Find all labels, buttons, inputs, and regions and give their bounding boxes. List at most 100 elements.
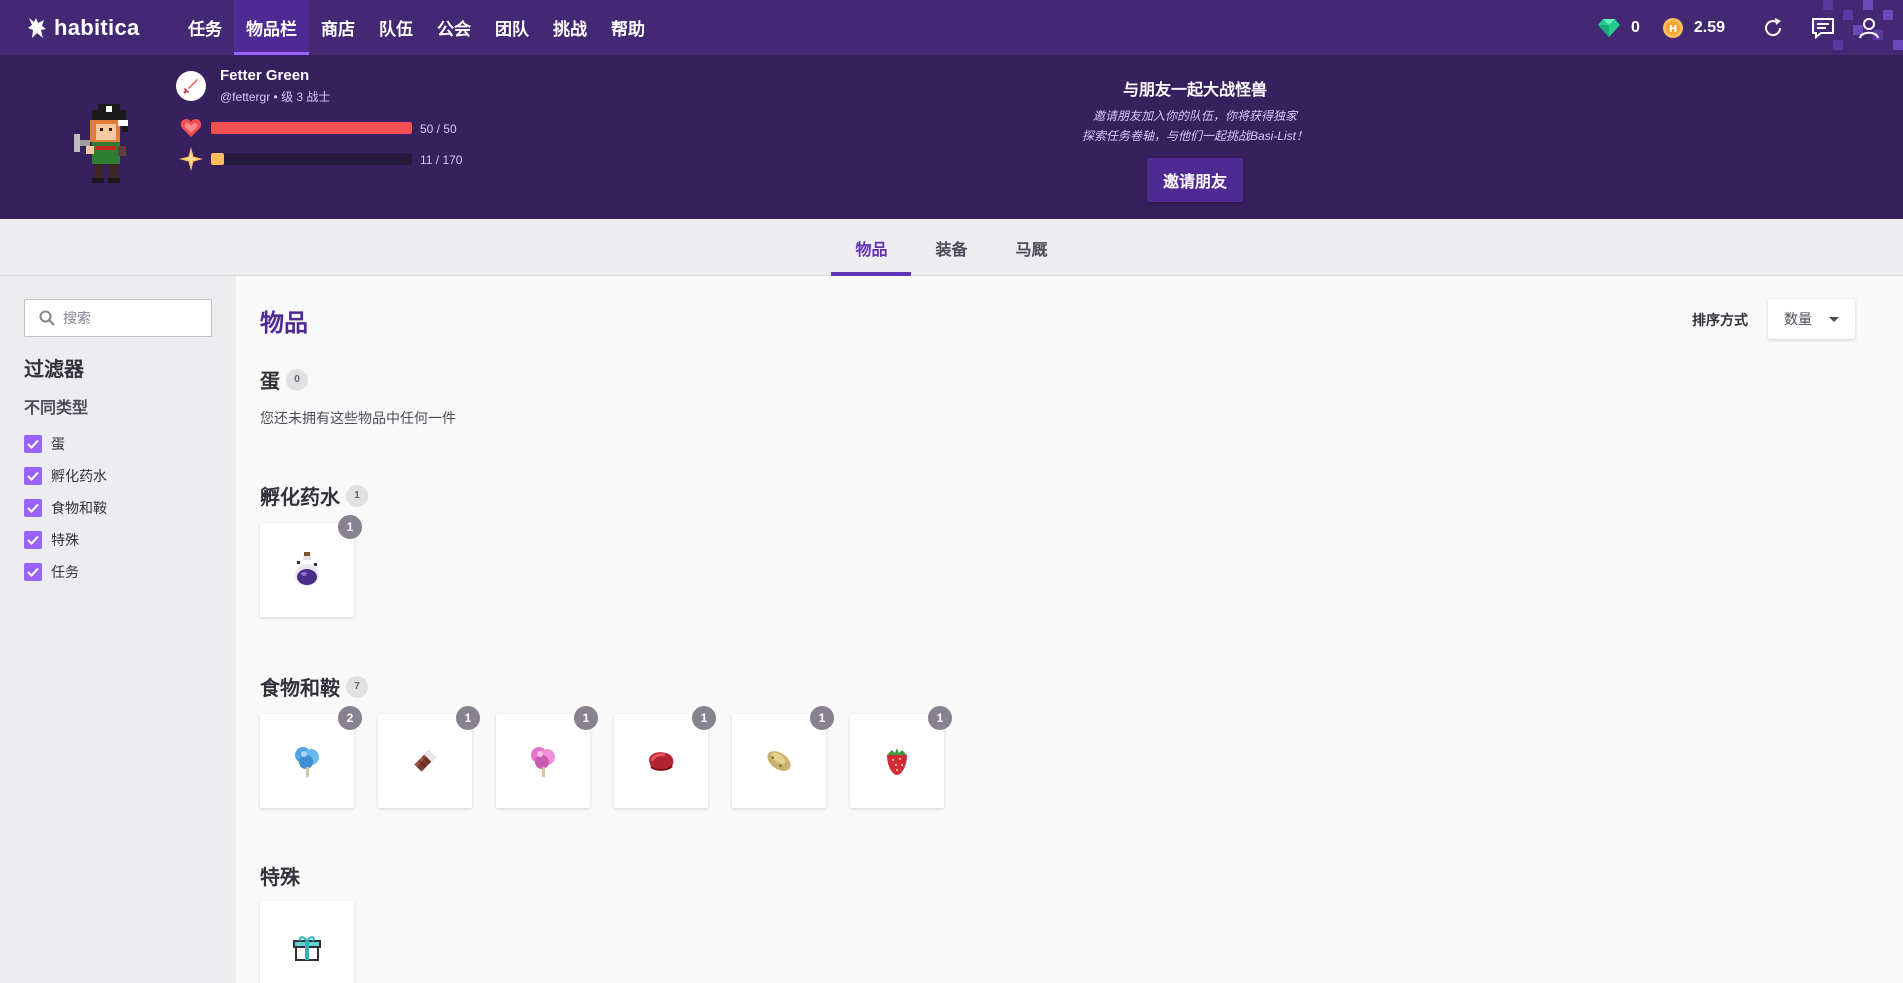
experience-icon xyxy=(179,147,203,171)
filter-label: 特殊 xyxy=(51,532,79,548)
quantity-badge: 2 xyxy=(338,706,362,730)
sort-dropdown[interactable]: 数量 xyxy=(1768,299,1855,339)
filter-eggs[interactable]: 蛋 xyxy=(24,428,107,460)
nav-tasks[interactable]: 任务 xyxy=(176,0,234,55)
count-badge: 0 xyxy=(286,368,308,391)
filters-heading: 过滤器 xyxy=(24,359,84,381)
tab-equipment[interactable]: 装备 xyxy=(911,219,991,276)
warrior-sword-icon xyxy=(183,79,198,94)
top-navbar: habitica 任务 物品栏 商店 队伍 公会 团队 挑战 帮助 0 H 2.… xyxy=(0,0,1903,55)
habitica-logo[interactable]: habitica xyxy=(26,15,176,41)
check-icon xyxy=(27,471,39,481)
nav-inventory[interactable]: 物品栏 xyxy=(234,0,309,55)
checkbox-checked[interactable] xyxy=(24,499,42,517)
invite-friends-button[interactable]: 邀请朋友 xyxy=(1146,158,1243,202)
filter-quests[interactable]: 任务 xyxy=(24,556,107,588)
filter-label: 任务 xyxy=(51,564,79,580)
tab-items[interactable]: 物品 xyxy=(831,219,912,276)
player-name: Fetter Green xyxy=(220,67,310,84)
item-card[interactable]: 2 xyxy=(260,706,362,808)
filter-label: 食物和鞍 xyxy=(51,500,107,516)
quantity-badge: 1 xyxy=(810,706,834,730)
filter-sidebar: 过滤器 不同类型 蛋 孵化药水 食物和鞍 特殊 任务 xyxy=(0,276,236,983)
nav-shops[interactable]: 商店 xyxy=(309,0,367,55)
check-icon xyxy=(27,439,39,449)
health-value: 50 / 50 xyxy=(420,122,457,136)
invite-title: 与朋友一起大战怪兽 xyxy=(1122,82,1267,99)
page-title: 物品 xyxy=(260,310,308,337)
item-card[interactable]: 1 xyxy=(260,515,362,617)
item-card[interactable]: 1 xyxy=(378,706,480,808)
health-icon xyxy=(179,116,203,140)
experience-value: 11 / 170 xyxy=(420,153,463,167)
meat-icon xyxy=(649,752,674,771)
count-badge: 1 xyxy=(346,484,368,507)
type-filter-heading: 不同类型 xyxy=(24,400,89,417)
gem-counter[interactable]: 0 xyxy=(1597,18,1640,38)
filter-special[interactable]: 特殊 xyxy=(24,524,107,556)
sync-button[interactable] xyxy=(1761,16,1785,40)
gold-count: 2.59 xyxy=(1693,18,1725,36)
svg-text:H: H xyxy=(1669,24,1677,35)
gift-box-icon xyxy=(293,936,321,961)
checkbox-checked[interactable] xyxy=(24,467,42,485)
cotton-candy-pink-icon xyxy=(531,747,555,777)
check-icon xyxy=(27,535,39,545)
search-input[interactable] xyxy=(63,310,193,326)
gold-coin-icon: H xyxy=(1662,17,1683,38)
section-title-text: 孵化药水 xyxy=(260,487,340,509)
section-special-title: 特殊 xyxy=(260,861,300,890)
gem-count: 0 xyxy=(1630,18,1640,36)
checkbox-checked[interactable] xyxy=(24,435,42,453)
section-title-text: 食物和鞍 xyxy=(260,678,340,700)
player-subtitle: @fettergr • 级 3 战士 xyxy=(220,90,331,104)
chat-icon xyxy=(1812,17,1834,39)
invite-friends-panel: 与朋友一起大战怪兽 邀请朋友加入你的队伍，你将获得独家 探索任务卷轴，与他们一起… xyxy=(1040,55,1350,202)
user-header: Fetter Green @fettergr • 级 3 战士 50 / 50 … xyxy=(0,55,1903,219)
section-potions-title: 孵化药水 1 xyxy=(260,481,368,510)
filter-food-and-saddles[interactable]: 食物和鞍 xyxy=(24,492,107,524)
experience-bar-fill xyxy=(211,153,225,165)
search-icon xyxy=(39,310,55,326)
sync-icon xyxy=(1765,17,1782,36)
experience-bar xyxy=(211,153,412,165)
filter-label: 蛋 xyxy=(51,436,65,452)
invite-description-line2: 探索任务卷轴，与他们一起挑战Basi-List！ xyxy=(1081,129,1308,143)
nav-groups[interactable]: 团队 xyxy=(483,0,541,55)
gold-counter: H 2.59 xyxy=(1662,17,1725,39)
tab-stable[interactable]: 马厩 xyxy=(992,219,1072,276)
caret-down-icon xyxy=(1829,317,1839,322)
main-nav: 任务 物品栏 商店 队伍 公会 团队 挑战 帮助 xyxy=(176,0,657,55)
sort-label: 排序方式 xyxy=(1692,312,1748,328)
item-card[interactable]: 1 xyxy=(732,706,834,808)
item-card[interactable]: 1 xyxy=(496,706,598,808)
quantity-badge: 1 xyxy=(574,706,598,730)
user-icon xyxy=(1859,17,1879,38)
nav-party[interactable]: 队伍 xyxy=(367,0,425,55)
sort-value: 数量 xyxy=(1784,311,1812,327)
quantity-badge: 1 xyxy=(338,515,362,539)
nav-help[interactable]: 帮助 xyxy=(599,0,657,55)
strawberry-icon xyxy=(887,748,907,775)
checkbox-checked[interactable] xyxy=(24,531,42,549)
eggs-empty-message: 您还未拥有这些物品中任何一件 xyxy=(260,410,456,426)
nav-challenges[interactable]: 挑战 xyxy=(541,0,599,55)
item-card[interactable]: 1 xyxy=(614,706,716,808)
nav-guilds[interactable]: 公会 xyxy=(425,0,483,55)
filter-label: 孵化药水 xyxy=(51,468,107,484)
user-menu-button[interactable] xyxy=(1857,16,1881,40)
check-icon xyxy=(27,567,39,577)
messages-button[interactable] xyxy=(1811,16,1835,40)
item-card[interactable] xyxy=(260,901,354,983)
inventory-tabs: 物品 装备 马厩 xyxy=(0,219,1903,276)
gem-icon xyxy=(1597,18,1620,37)
item-card[interactable]: 1 xyxy=(850,706,952,808)
filter-hatching-potions[interactable]: 孵化药水 xyxy=(24,460,107,492)
check-icon xyxy=(27,503,39,513)
count-badge: 7 xyxy=(346,675,368,698)
search-box[interactable] xyxy=(24,299,212,337)
health-bar-fill xyxy=(211,122,412,134)
chocolate-icon xyxy=(414,750,436,772)
avatar[interactable] xyxy=(56,100,146,190)
checkbox-checked[interactable] xyxy=(24,563,42,581)
